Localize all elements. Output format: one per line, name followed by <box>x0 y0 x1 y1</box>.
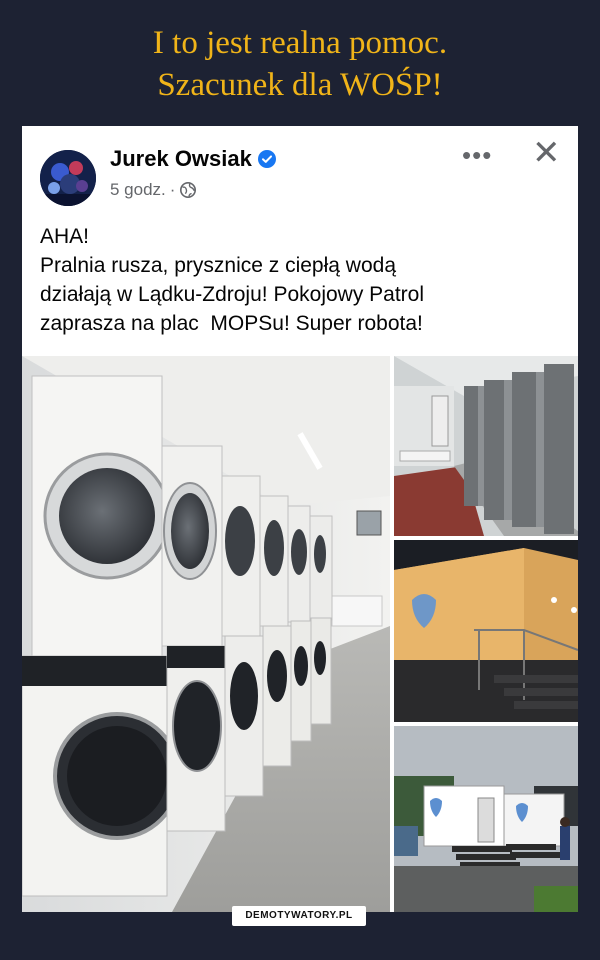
globe-icon <box>180 181 197 199</box>
headline: I to jest realna pomoc. Szacunek dla WOŚ… <box>0 22 600 106</box>
shower-cabins-photo[interactable] <box>394 356 578 536</box>
watermark-logo: DEMOTYWATORY.PL <box>232 906 366 926</box>
meta-separator: · <box>169 180 176 199</box>
facebook-post-card: Jurek Owsiak 5 godz. · ••• ✕ AHA! Pralni… <box>22 126 578 912</box>
post-author: Jurek Owsiak <box>110 146 276 172</box>
laundry-room-photo[interactable] <box>22 356 390 912</box>
post-text-line: AHA! <box>40 225 90 248</box>
verified-badge-icon <box>257 150 276 168</box>
containers-daytime-photo[interactable] <box>394 726 578 912</box>
post-timestamp[interactable]: 5 godz. <box>110 180 166 200</box>
post-text-line: zaprasza na plac MOPSu! Super robota! <box>40 312 423 335</box>
post-text-line: Pralnia rusza, prysznice z ciepłą wodą <box>40 254 396 277</box>
container-night-photo[interactable] <box>394 540 578 722</box>
headline-line-1: I to jest realna pomoc. <box>152 25 448 61</box>
post-text-line: działają w Lądku-Zdroju! Pokojowy Patrol <box>40 283 425 306</box>
author-avatar[interactable] <box>40 150 96 206</box>
post-meta: 5 godz. · <box>110 180 197 200</box>
post-text: AHA! Pralnia rusza, prysznice z ciepłą w… <box>40 222 560 338</box>
author-name[interactable]: Jurek Owsiak <box>110 146 252 172</box>
more-options-icon[interactable]: ••• <box>462 140 492 171</box>
headline-line-2: Szacunek dla WOŚP! <box>157 67 443 103</box>
close-icon[interactable]: ✕ <box>532 136 561 170</box>
